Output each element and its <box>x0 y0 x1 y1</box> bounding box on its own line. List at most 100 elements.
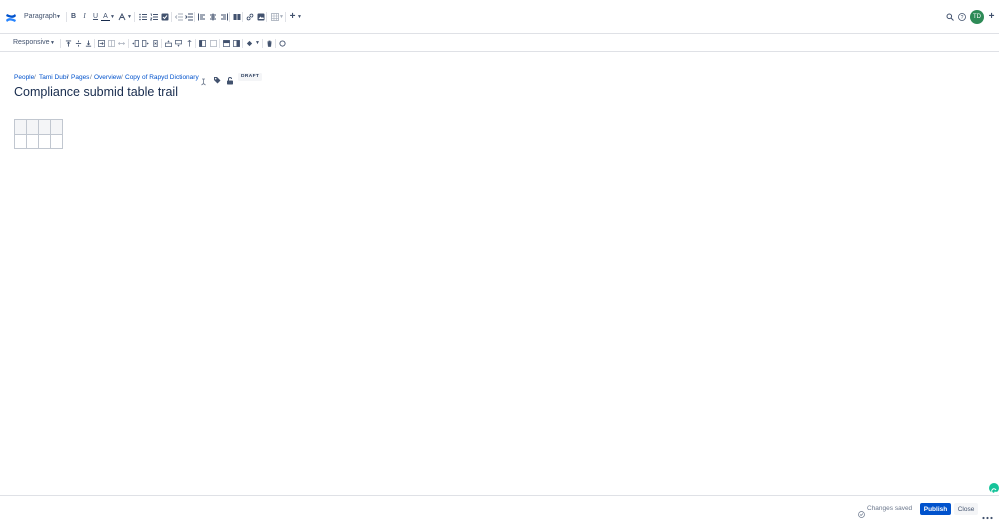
table-icon <box>270 12 279 21</box>
insert-row-above-button[interactable] <box>164 39 173 48</box>
breadcrumb-overview[interactable]: Overview <box>94 74 121 81</box>
invite-collaborator-button[interactable]: + <box>987 12 996 22</box>
distribute-columns-button[interactable] <box>117 39 126 48</box>
insert-more-button[interactable]: + <box>288 12 297 22</box>
merge-cells-button[interactable] <box>97 39 106 48</box>
insert-link-button[interactable] <box>245 12 254 21</box>
toolbar-divider <box>94 39 95 48</box>
cell-background-chevron-down-icon: ▼ <box>255 40 260 46</box>
more-formatting-button[interactable] <box>117 12 126 21</box>
numbered-column-button[interactable] <box>209 39 218 48</box>
breadcrumb-pages[interactable]: Pages <box>71 74 89 81</box>
outdent-icon <box>174 13 183 20</box>
cell-background-button[interactable] <box>245 39 254 48</box>
insert-row-icon <box>165 40 172 47</box>
breadcrumb-people[interactable]: People <box>14 74 34 81</box>
table-cell[interactable] <box>50 133 63 149</box>
table-layout-chevron-down-icon: ▼ <box>50 40 55 46</box>
toolbar-divider <box>275 39 276 48</box>
breadcrumb-separator: / <box>67 74 69 81</box>
header-column-icon <box>199 40 206 47</box>
action-item-button[interactable] <box>160 12 169 21</box>
more-options-icon[interactable] <box>982 507 993 520</box>
insert-row-below-button[interactable] <box>174 39 183 48</box>
toolbar-divider <box>195 39 196 48</box>
table-settings-button[interactable] <box>278 39 287 48</box>
align-right-button[interactable] <box>219 12 228 21</box>
breadcrumb-copy-of-rapyd-dictionary[interactable]: Copy of Rapyd Dictionary <box>125 74 199 81</box>
indent-button[interactable] <box>184 12 193 21</box>
delete-column-button[interactable] <box>151 39 160 48</box>
content-table[interactable] <box>14 119 63 149</box>
delete-row-button[interactable] <box>185 39 194 48</box>
bullet-list-button[interactable] <box>138 12 147 21</box>
editor-footer: Changes saved Publish Close <box>0 495 999 520</box>
insert-table-button[interactable] <box>270 12 279 21</box>
text-color-chevron-down-icon: ▼ <box>110 14 115 20</box>
text-color-button[interactable]: A <box>101 12 110 21</box>
align-center-button[interactable] <box>208 12 217 21</box>
insert-column-after-button[interactable] <box>141 39 150 48</box>
publish-button[interactable]: Publish <box>920 503 951 515</box>
insert-column-before-button[interactable] <box>131 39 140 48</box>
help-icon: ? <box>957 12 966 21</box>
find-replace-button[interactable] <box>945 12 954 21</box>
align-bottom-button[interactable] <box>84 39 93 48</box>
breadcrumb-tami-dubi[interactable]: Tami Dubi <box>39 74 68 81</box>
numbered-list-button[interactable] <box>149 12 158 21</box>
restrictions-icon[interactable] <box>200 73 207 86</box>
toolbar-divider <box>229 12 230 22</box>
table-layout-dropdown[interactable]: Responsive <box>13 39 50 46</box>
unlock-icon[interactable] <box>226 72 234 85</box>
circle-icon <box>279 40 286 47</box>
table-options-button[interactable] <box>232 39 241 48</box>
align-center-icon <box>209 13 216 20</box>
confluence-logo-icon[interactable] <box>5 11 17 23</box>
layouts-button[interactable] <box>232 12 241 21</box>
close-button[interactable]: Close <box>954 503 978 515</box>
table-cell[interactable] <box>38 133 51 149</box>
split-cell-icon <box>108 40 115 47</box>
align-top-icon <box>65 40 72 47</box>
grammarly-icon[interactable] <box>989 483 999 494</box>
underline-button[interactable]: U <box>91 12 100 21</box>
avatar[interactable]: TD <box>970 10 984 24</box>
numbered-column-icon <box>210 40 217 47</box>
italic-button[interactable]: I <box>80 12 89 21</box>
breadcrumb-separator: / <box>34 74 36 81</box>
toolbar-divider <box>128 39 129 48</box>
delete-column-icon <box>153 40 158 47</box>
table-header-cell[interactable] <box>38 119 51 135</box>
text-style-label: Paragraph <box>24 13 57 20</box>
paint-bucket-icon <box>246 40 253 47</box>
table-cell[interactable] <box>14 133 27 149</box>
svg-text:?: ? <box>960 15 963 21</box>
insert-image-button[interactable] <box>256 12 265 21</box>
outdent-button[interactable] <box>174 12 183 21</box>
align-top-button[interactable] <box>64 39 73 48</box>
checkbox-icon <box>161 13 168 20</box>
image-icon <box>257 13 264 20</box>
table-cell[interactable] <box>26 133 39 149</box>
help-button[interactable]: ? <box>957 12 966 21</box>
align-left-button[interactable] <box>197 12 206 21</box>
table-header-cell[interactable] <box>14 119 27 135</box>
main-toolbar: Paragraph ▼ B I U A ▼ ▼ ▼ + ▼ ? TD + <box>0 0 999 34</box>
table-header-cell[interactable] <box>26 119 39 135</box>
insert-row-icon <box>175 40 182 47</box>
table-header-cell[interactable] <box>50 119 63 135</box>
split-cell-button[interactable] <box>107 39 116 48</box>
header-column-button[interactable] <box>198 39 207 48</box>
text-style-dropdown[interactable]: Paragraph <box>24 13 57 20</box>
toolbar-divider <box>219 39 220 48</box>
toolbar-divider <box>285 12 286 22</box>
delete-table-button[interactable] <box>265 39 274 48</box>
bold-button[interactable]: B <box>69 12 78 21</box>
page-title[interactable]: Compliance submid table trail <box>14 85 178 99</box>
text-style-chevron-down-icon: ▼ <box>56 14 61 20</box>
header-row-button[interactable] <box>222 39 231 48</box>
label-tag-icon[interactable] <box>213 71 221 84</box>
align-middle-button[interactable] <box>74 39 83 48</box>
table-chevron-down-icon: ▼ <box>279 14 284 20</box>
toolbar-divider <box>171 12 172 22</box>
